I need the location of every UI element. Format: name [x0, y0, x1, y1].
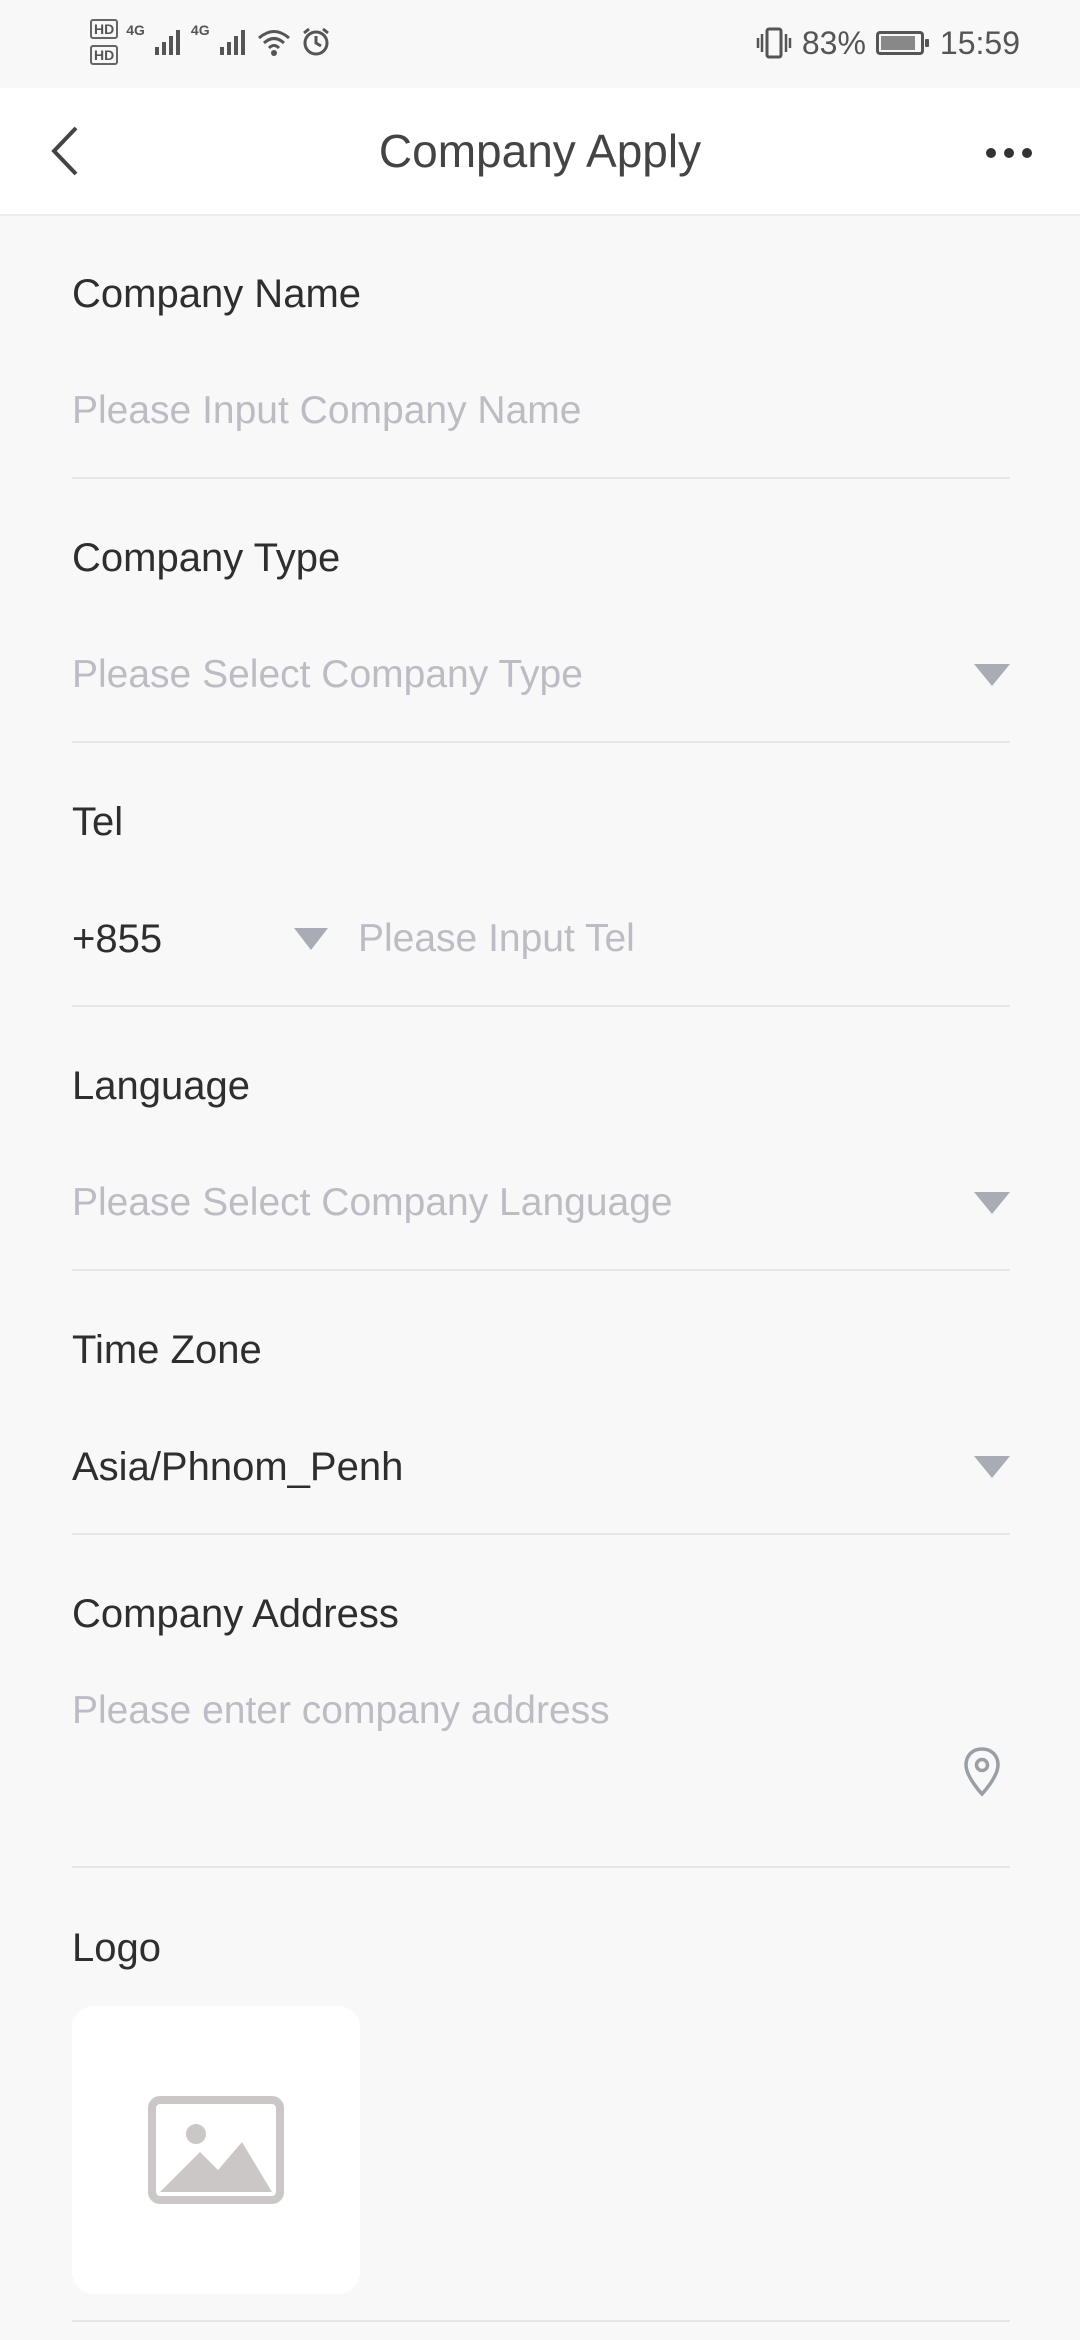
- more-dot: [1022, 148, 1032, 158]
- signal-icon-2: [219, 30, 245, 55]
- divider: [72, 1866, 1010, 1868]
- dropdown-caret-icon[interactable]: [294, 928, 328, 950]
- battery-percentage: 83%: [801, 24, 866, 61]
- language-field: Language Please Select Company Language: [72, 1056, 1010, 1238]
- divider: [72, 741, 1010, 743]
- company-address-placeholder: Please enter company address: [72, 1689, 610, 1732]
- tel-label: Tel: [72, 800, 124, 844]
- divider: [72, 1005, 1010, 1007]
- vibrate-icon: [756, 27, 792, 59]
- logo-field: Logo: [72, 1918, 1010, 1978]
- more-options-button[interactable]: [974, 128, 1044, 178]
- tel-field: Tel +855 Please Input Tel: [72, 792, 1010, 974]
- network-4g-label-2: 4G: [190, 22, 210, 38]
- tel-input[interactable]: Please Input Tel: [358, 904, 635, 974]
- time-zone-value: Asia/Phnom_Penh: [72, 1445, 404, 1489]
- company-name-placeholder: Please Input Company Name: [72, 389, 582, 432]
- more-dot: [986, 148, 996, 158]
- divider: [72, 1269, 1010, 1271]
- alarm-icon: [302, 27, 329, 56]
- company-type-field: Company Type Please Select Company Type: [72, 528, 1010, 710]
- status-left: HD HD 4G 4G: [90, 12, 332, 72]
- dropdown-caret-icon: [974, 1192, 1010, 1214]
- country-code-select[interactable]: +855: [72, 904, 162, 974]
- wifi-icon: [257, 30, 290, 56]
- image-placeholder-icon: [148, 2096, 284, 2204]
- divider: [72, 477, 1010, 479]
- clock-time: 15:59: [939, 24, 1020, 61]
- company-address-label: Company Address: [72, 1592, 399, 1636]
- status-bar: HD HD 4G 4G 83% 15:59: [0, 0, 1080, 88]
- company-address-field: Company Address Please enter company add…: [72, 1584, 1010, 1816]
- divider: [72, 1533, 1010, 1535]
- company-type-placeholder: Please Select Company Type: [72, 653, 583, 696]
- hd1-badge: HD: [90, 19, 119, 39]
- dropdown-caret-icon: [974, 664, 1010, 686]
- company-name-label: Company Name: [72, 272, 362, 316]
- app-header: Company Apply: [0, 88, 1080, 216]
- dropdown-caret-icon: [974, 1456, 1010, 1478]
- logo-upload-button[interactable]: [72, 2006, 360, 2294]
- location-pin-icon[interactable]: [962, 1746, 1002, 1798]
- page-title: Company Apply: [378, 125, 702, 177]
- time-zone-label: Time Zone: [72, 1328, 262, 1372]
- time-zone-field: Time Zone Asia/Phnom_Penh: [72, 1320, 1010, 1502]
- tel-row: +855 Please Input Tel: [72, 904, 1010, 974]
- battery-icon: [875, 31, 929, 55]
- language-select[interactable]: Please Select Company Language: [72, 1168, 1010, 1238]
- company-name-field: Company Name Please Input Company Name: [72, 264, 1010, 446]
- hd2-badge: HD: [90, 45, 119, 65]
- divider: [72, 2320, 1010, 2322]
- company-type-label: Company Type: [72, 536, 341, 580]
- logo-label: Logo: [72, 1926, 161, 1970]
- status-right: 83% 15:59: [756, 18, 1020, 68]
- hd-indicators: HD HD: [90, 19, 119, 65]
- language-placeholder: Please Select Company Language: [72, 1181, 673, 1224]
- more-dot: [1004, 148, 1014, 158]
- language-label: Language: [72, 1064, 250, 1108]
- company-address-input[interactable]: Please enter company address: [72, 1676, 1010, 1816]
- signal-icon: [154, 30, 180, 55]
- network-4g-label-1: 4G: [126, 22, 145, 38]
- company-name-input[interactable]: Please Input Company Name: [72, 376, 1010, 446]
- company-type-select[interactable]: Please Select Company Type: [72, 640, 1010, 710]
- time-zone-select[interactable]: Asia/Phnom_Penh: [72, 1432, 1010, 1502]
